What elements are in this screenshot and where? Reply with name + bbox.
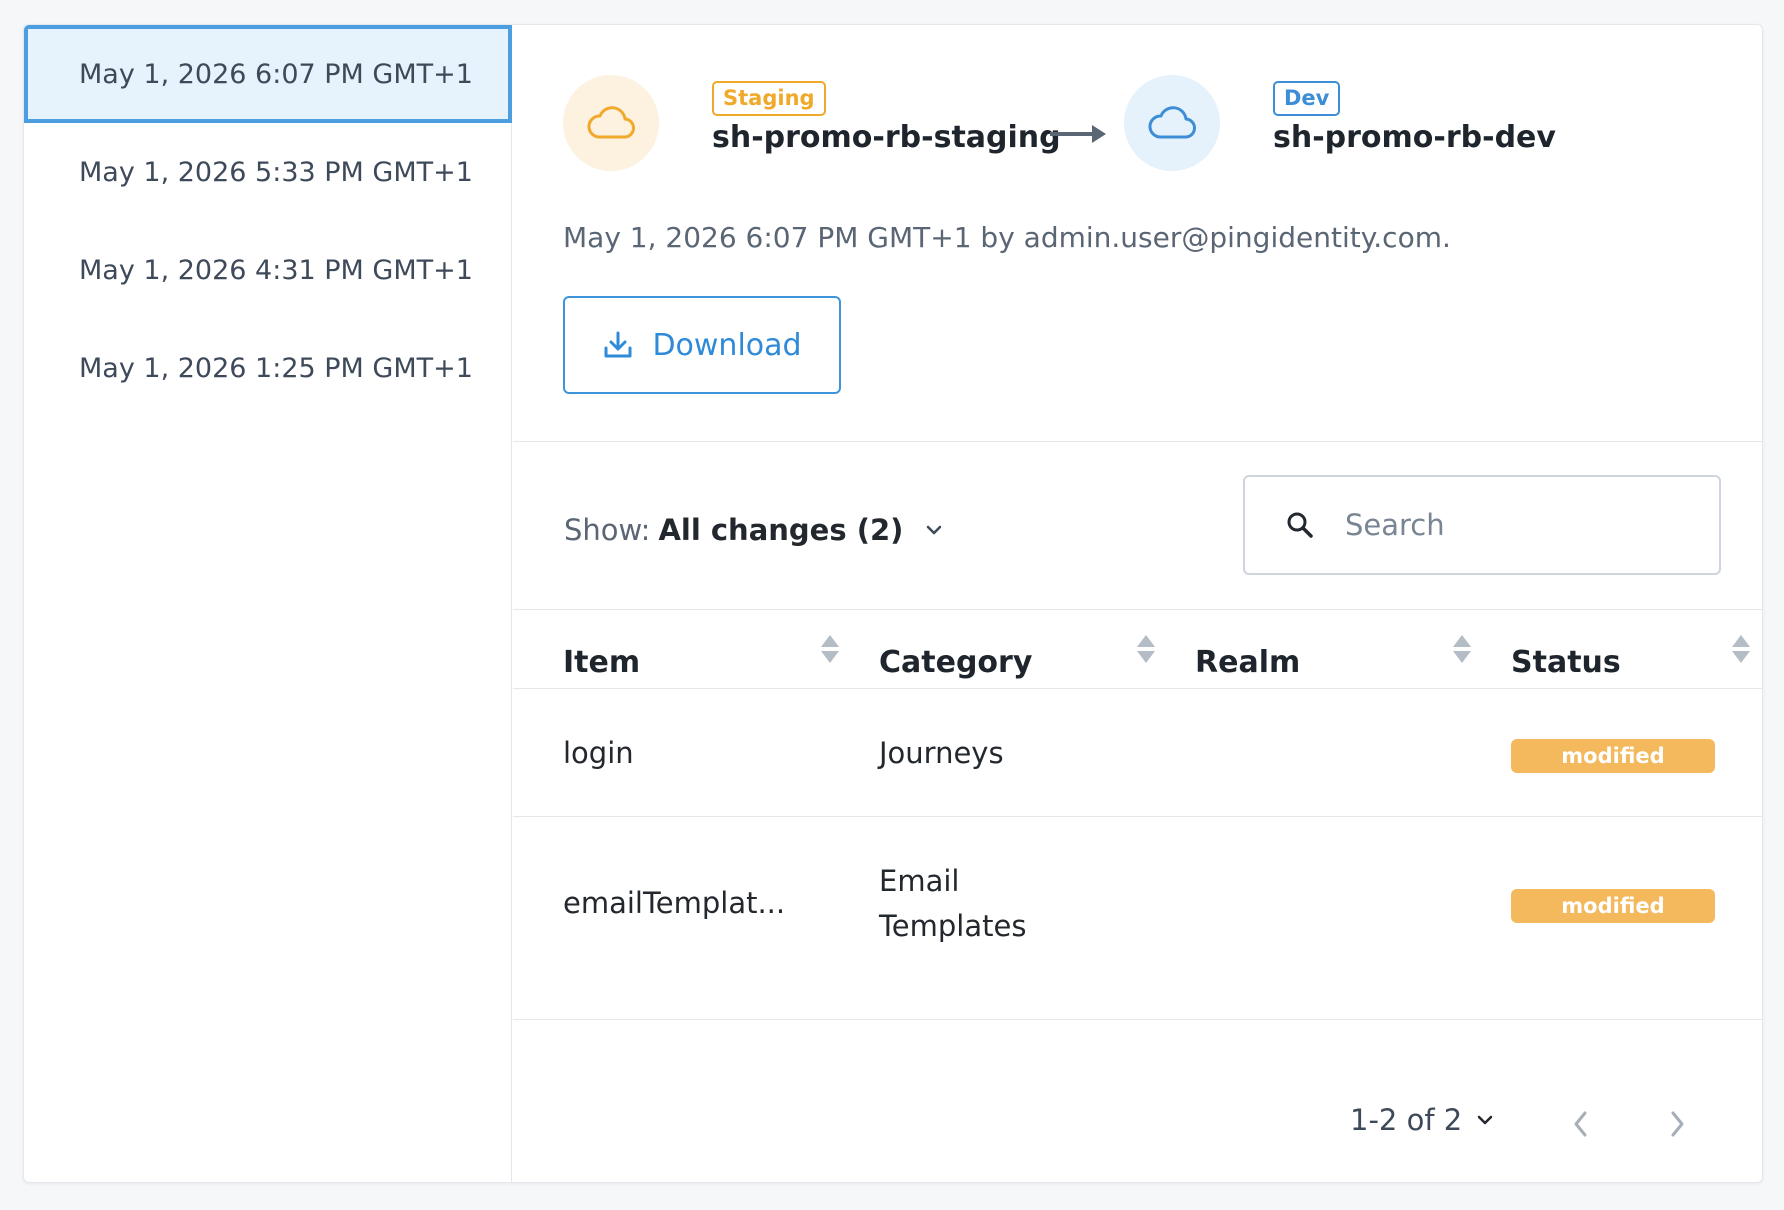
pagination-label: 1-2 of 2 [1350,1103,1463,1137]
show-filter-dropdown[interactable]: Show: All changes (2) [564,513,945,547]
show-filter-prefix: Show: [564,513,651,547]
sort-icon[interactable] [1135,632,1157,666]
history-item[interactable]: May 1, 2026 5:33 PM GMT+1 [24,123,512,221]
cloud-icon [1148,106,1196,139]
search-box[interactable] [1243,475,1721,575]
cell-category: Email Templates [879,864,1027,943]
promotion-report-card: May 1, 2026 6:07 PM GMT+1 May 1, 2026 5:… [23,24,1763,1183]
sort-icon[interactable] [1451,632,1473,666]
previous-page-icon[interactable] [1569,1107,1593,1141]
search-icon [1287,512,1313,538]
chevron-down-icon [927,525,942,535]
cell-item: emailTemplat... [563,886,786,920]
promotion-meta: May 1, 2026 6:07 PM GMT+1 by admin.user@… [563,221,1451,254]
source-env-name: sh-promo-rb-staging [712,120,1061,155]
source-cloud-icon [563,75,659,171]
divider [513,816,1762,817]
divider [513,441,1762,442]
target-cloud-icon [1124,75,1220,171]
cell-category: Journeys [879,736,1004,770]
download-icon [604,331,632,358]
search-input[interactable] [1345,508,1645,542]
show-filter-value: All changes (2) [658,513,904,547]
divider [513,688,1762,689]
divider [513,609,1762,610]
cell-item: login [563,736,634,770]
column-header-category[interactable]: Category [879,645,1032,680]
history-sidebar: May 1, 2026 6:07 PM GMT+1 May 1, 2026 5:… [24,25,512,1182]
cloud-icon [587,106,635,139]
history-item[interactable]: May 1, 2026 6:07 PM GMT+1 [24,25,512,123]
column-header-status[interactable]: Status [1511,645,1621,680]
main-panel: Staging sh-promo-rb-staging Dev sh-promo… [513,25,1762,1182]
chevron-down-icon [1477,1115,1493,1125]
arrow-right-icon [1050,125,1106,143]
status-badge: modified [1511,739,1715,773]
download-label: Download [652,327,802,363]
column-header-realm[interactable]: Realm [1195,645,1300,680]
download-button[interactable]: Download [563,296,841,394]
history-item[interactable]: May 1, 2026 4:31 PM GMT+1 [24,221,512,319]
column-header-item[interactable]: Item [563,645,640,680]
sort-icon[interactable] [1730,632,1752,666]
page-size-dropdown[interactable]: 1-2 of 2 [1350,1103,1496,1137]
sort-icon[interactable] [819,632,841,666]
divider [513,1019,1762,1020]
target-env-name: sh-promo-rb-dev [1273,120,1556,155]
history-item[interactable]: May 1, 2026 1:25 PM GMT+1 [24,319,512,417]
status-badge: modified [1511,889,1715,923]
next-page-icon[interactable] [1665,1107,1689,1141]
target-env-tag: Dev [1273,81,1341,116]
source-env-tag: Staging [712,81,826,116]
